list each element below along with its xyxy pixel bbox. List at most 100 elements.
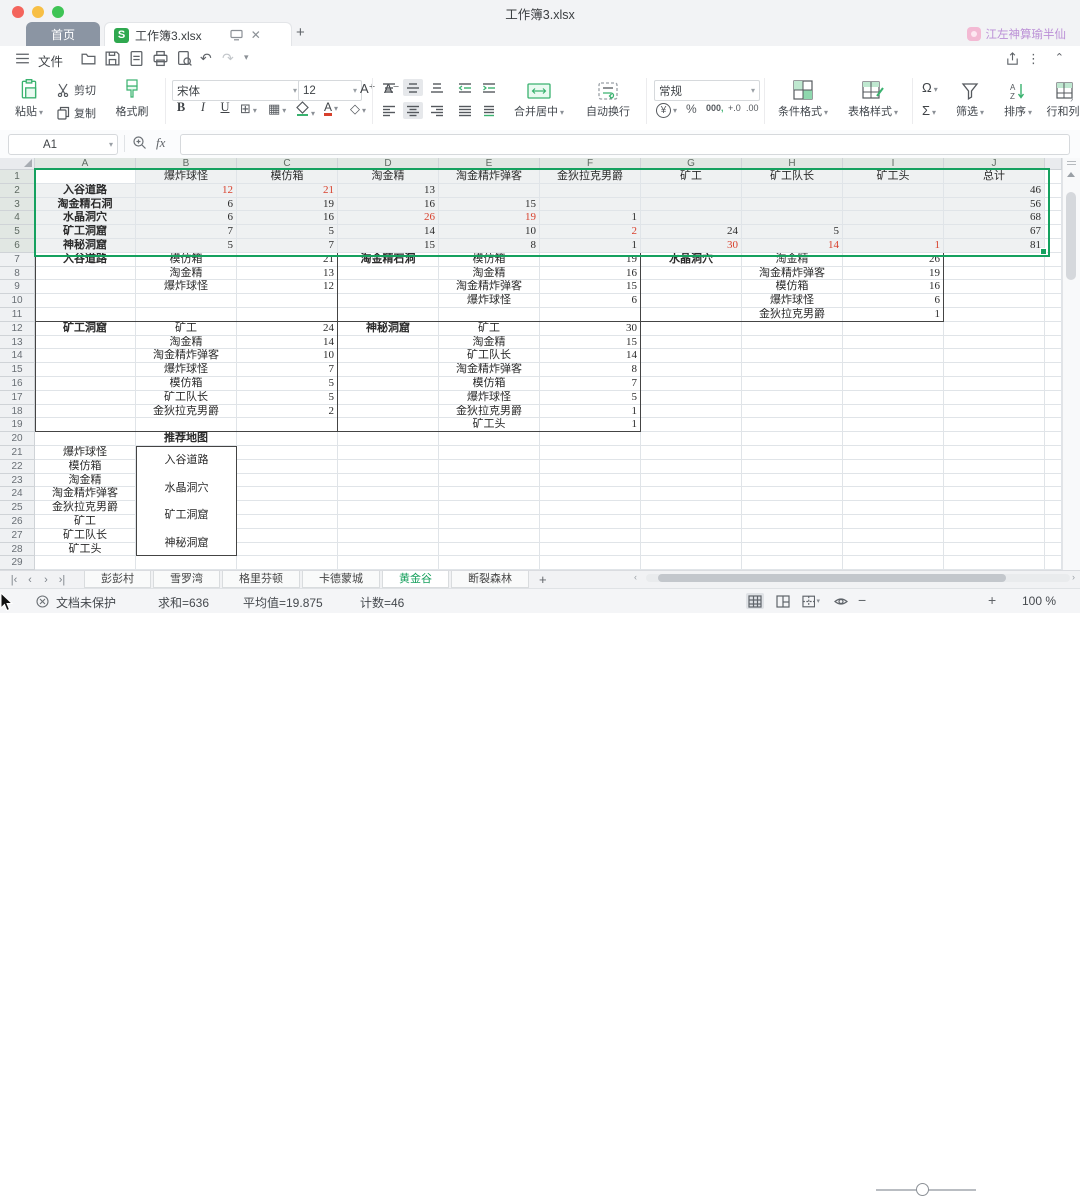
cell-J18[interactable] <box>944 404 1045 419</box>
cell-D9[interactable] <box>338 280 439 295</box>
file-menu[interactable]: 文件 <box>38 51 63 70</box>
cell-B6[interactable]: 5 <box>136 239 237 253</box>
page-layout-view-icon[interactable] <box>774 593 792 609</box>
cell-J8[interactable] <box>944 266 1045 281</box>
vertical-scroll-thumb[interactable] <box>1066 192 1076 280</box>
cell-D22[interactable] <box>338 459 439 474</box>
cell-H21[interactable] <box>742 446 843 460</box>
cell-G17[interactable] <box>641 390 742 405</box>
column-header-B[interactable]: B <box>136 158 237 170</box>
cell-D15[interactable] <box>338 363 439 377</box>
cell-I5[interactable] <box>843 225 944 239</box>
row-header-29[interactable]: 29 <box>0 556 35 570</box>
column-header-A[interactable]: A <box>35 158 136 170</box>
cell-D24[interactable] <box>338 487 439 502</box>
cell-B13[interactable]: 淘金精 <box>136 335 237 350</box>
column-header-J[interactable]: J <box>944 158 1045 170</box>
cell-G6[interactable]: 30 <box>641 239 742 253</box>
cell-F14[interactable]: 14 <box>540 349 641 364</box>
cell-H28[interactable] <box>742 542 843 557</box>
cell-E17[interactable]: 爆炸球怪 <box>439 390 540 405</box>
cell-A25[interactable]: 金狄拉克男爵 <box>35 501 136 515</box>
cell-H7[interactable]: 淘金精 <box>742 252 843 267</box>
cell-E25[interactable] <box>439 501 540 515</box>
cell-E22[interactable] <box>439 459 540 474</box>
sheet-tab-断裂森林[interactable]: 断裂森林 <box>451 571 529 588</box>
cell-I2[interactable] <box>843 183 944 198</box>
cell-A6[interactable]: 神秘洞窟 <box>35 239 136 253</box>
cell-G24[interactable] <box>641 487 742 502</box>
cell-B1[interactable]: 爆炸球怪 <box>136 170 237 184</box>
row-header-18[interactable]: 18 <box>0 404 35 419</box>
cell-G15[interactable] <box>641 363 742 377</box>
cell-E29[interactable] <box>439 556 540 570</box>
cell-G18[interactable] <box>641 404 742 419</box>
cell-C24[interactable] <box>237 487 338 502</box>
cell-I25[interactable] <box>843 501 944 515</box>
row-header-25[interactable]: 25 <box>0 501 35 515</box>
zoom-slider-knob[interactable] <box>916 1183 929 1196</box>
sheet-tab-格里芬顿[interactable]: 格里芬顿 <box>222 571 300 588</box>
cell-J16[interactable] <box>944 377 1045 391</box>
increase-decimal-icon[interactable]: +.0 <box>728 103 741 113</box>
protection-icon[interactable] <box>36 595 49 611</box>
sheet-tab-黄金谷[interactable]: 黄金谷 <box>382 571 449 588</box>
cell-D17[interactable] <box>338 390 439 405</box>
cell-F28[interactable] <box>540 542 641 557</box>
cell-I24[interactable] <box>843 487 944 502</box>
cell-G28[interactable] <box>641 542 742 557</box>
cell-A28[interactable]: 矿工头 <box>35 542 136 557</box>
cell-A8[interactable] <box>35 266 136 281</box>
row-header-17[interactable]: 17 <box>0 390 35 405</box>
cell-H24[interactable] <box>742 487 843 502</box>
cell-C21[interactable] <box>237 446 338 460</box>
cell-J22[interactable] <box>944 459 1045 474</box>
cell-I12[interactable] <box>843 321 944 336</box>
cell-J29[interactable] <box>944 556 1045 570</box>
row-header-19[interactable]: 19 <box>0 418 35 433</box>
cell-F12[interactable]: 30 <box>540 321 641 336</box>
cell-F29[interactable] <box>540 556 641 570</box>
symbol-button[interactable]: Ω ▾ <box>922 80 938 95</box>
cell-I14[interactable] <box>843 349 944 364</box>
row-header-22[interactable]: 22 <box>0 459 35 474</box>
cell-B12[interactable]: 矿工 <box>136 321 237 336</box>
increase-indent-icon[interactable] <box>479 79 499 96</box>
cell-J12[interactable] <box>944 321 1045 336</box>
cell-I11[interactable]: 1 <box>843 308 944 322</box>
cell-I19[interactable] <box>843 418 944 433</box>
row-header-16[interactable]: 16 <box>0 377 35 391</box>
cell-D6[interactable]: 15 <box>338 239 439 253</box>
row-header-6[interactable]: 6 <box>0 239 35 253</box>
normal-view-icon[interactable] <box>746 593 764 609</box>
cell-G29[interactable] <box>641 556 742 570</box>
cell-F2[interactable] <box>540 183 641 198</box>
cell-J3[interactable]: 56 <box>944 197 1045 212</box>
row-header-8[interactable]: 8 <box>0 266 35 281</box>
cell-B19[interactable] <box>136 418 237 433</box>
cell-E14[interactable]: 矿工队长 <box>439 349 540 364</box>
row-header-15[interactable]: 15 <box>0 363 35 377</box>
cell-C13[interactable]: 14 <box>237 335 338 350</box>
cell-J5[interactable]: 67 <box>944 225 1045 239</box>
home-tab[interactable]: 首页 <box>26 22 100 46</box>
cell-E8[interactable]: 淘金精 <box>439 266 540 281</box>
currency-format-icon[interactable]: ¥ ▾ <box>656 103 677 118</box>
cell-B10[interactable] <box>136 294 237 308</box>
cell-C16[interactable]: 5 <box>237 377 338 391</box>
column-header-G[interactable]: G <box>641 158 742 170</box>
cell-H9[interactable]: 模仿箱 <box>742 280 843 295</box>
cell-B21-merged[interactable]: 入谷道路 <box>137 447 236 475</box>
cell-H15[interactable] <box>742 363 843 377</box>
cell-F24[interactable] <box>540 487 641 502</box>
cell-I28[interactable] <box>843 542 944 557</box>
font-color-icon[interactable]: A ▾ <box>324 100 338 116</box>
row-header-24[interactable]: 24 <box>0 487 35 502</box>
cell-A14[interactable] <box>35 349 136 364</box>
cell-H12[interactable] <box>742 321 843 336</box>
cell-F17[interactable]: 5 <box>540 390 641 405</box>
view-dropdown-icon[interactable]: ▾ <box>816 597 820 605</box>
cell-I23[interactable] <box>843 473 944 488</box>
cell-H20[interactable] <box>742 432 843 446</box>
justify-icon[interactable] <box>455 102 475 119</box>
